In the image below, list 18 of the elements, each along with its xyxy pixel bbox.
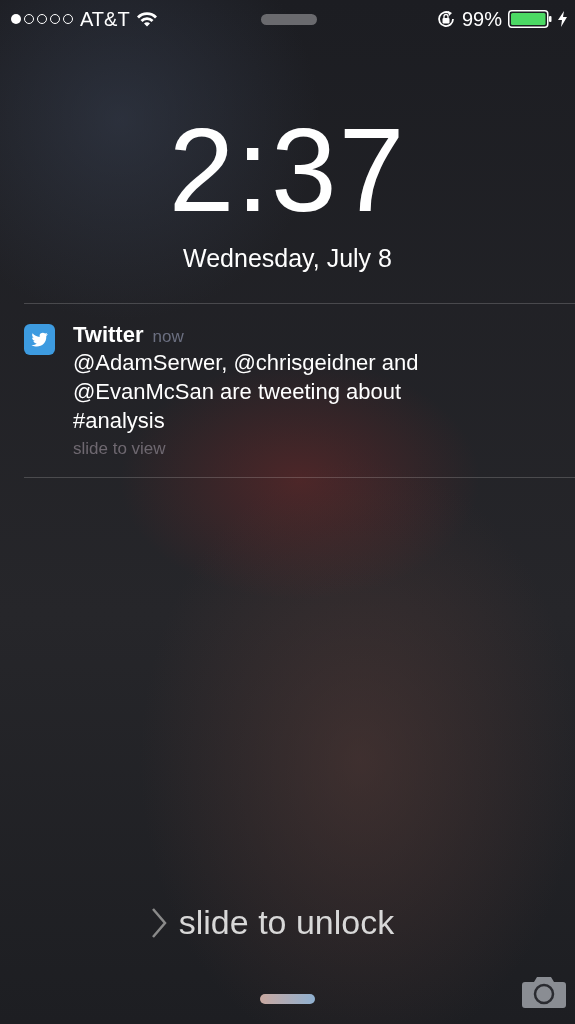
clock-time: 2:37 [167,110,408,230]
wifi-icon [135,11,158,27]
clock-date: Wednesday, July 8 [182,244,393,273]
carrier: AT&T [80,7,130,31]
battery-percent: 99% [461,7,502,31]
charging-bolt-icon [558,11,567,27]
rotation-lock-icon [435,9,456,29]
app-name: Twitter [73,322,144,348]
bird-app-icon [24,324,55,355]
slide-to-unlock[interactable]: slide to unlock [178,903,395,942]
battery-icon [508,10,552,28]
notification-message: @AdamSerwer, @chrisgeidner and @EvanMcSan are tweeting about #analysis [73,349,420,435]
camera-pill [260,13,317,25]
signal-icon [10,13,74,25]
chevron-icon [150,906,167,939]
camera-icon[interactable] [522,976,566,1008]
home-grabber[interactable] [260,994,315,1004]
notification-time: now [152,327,184,347]
